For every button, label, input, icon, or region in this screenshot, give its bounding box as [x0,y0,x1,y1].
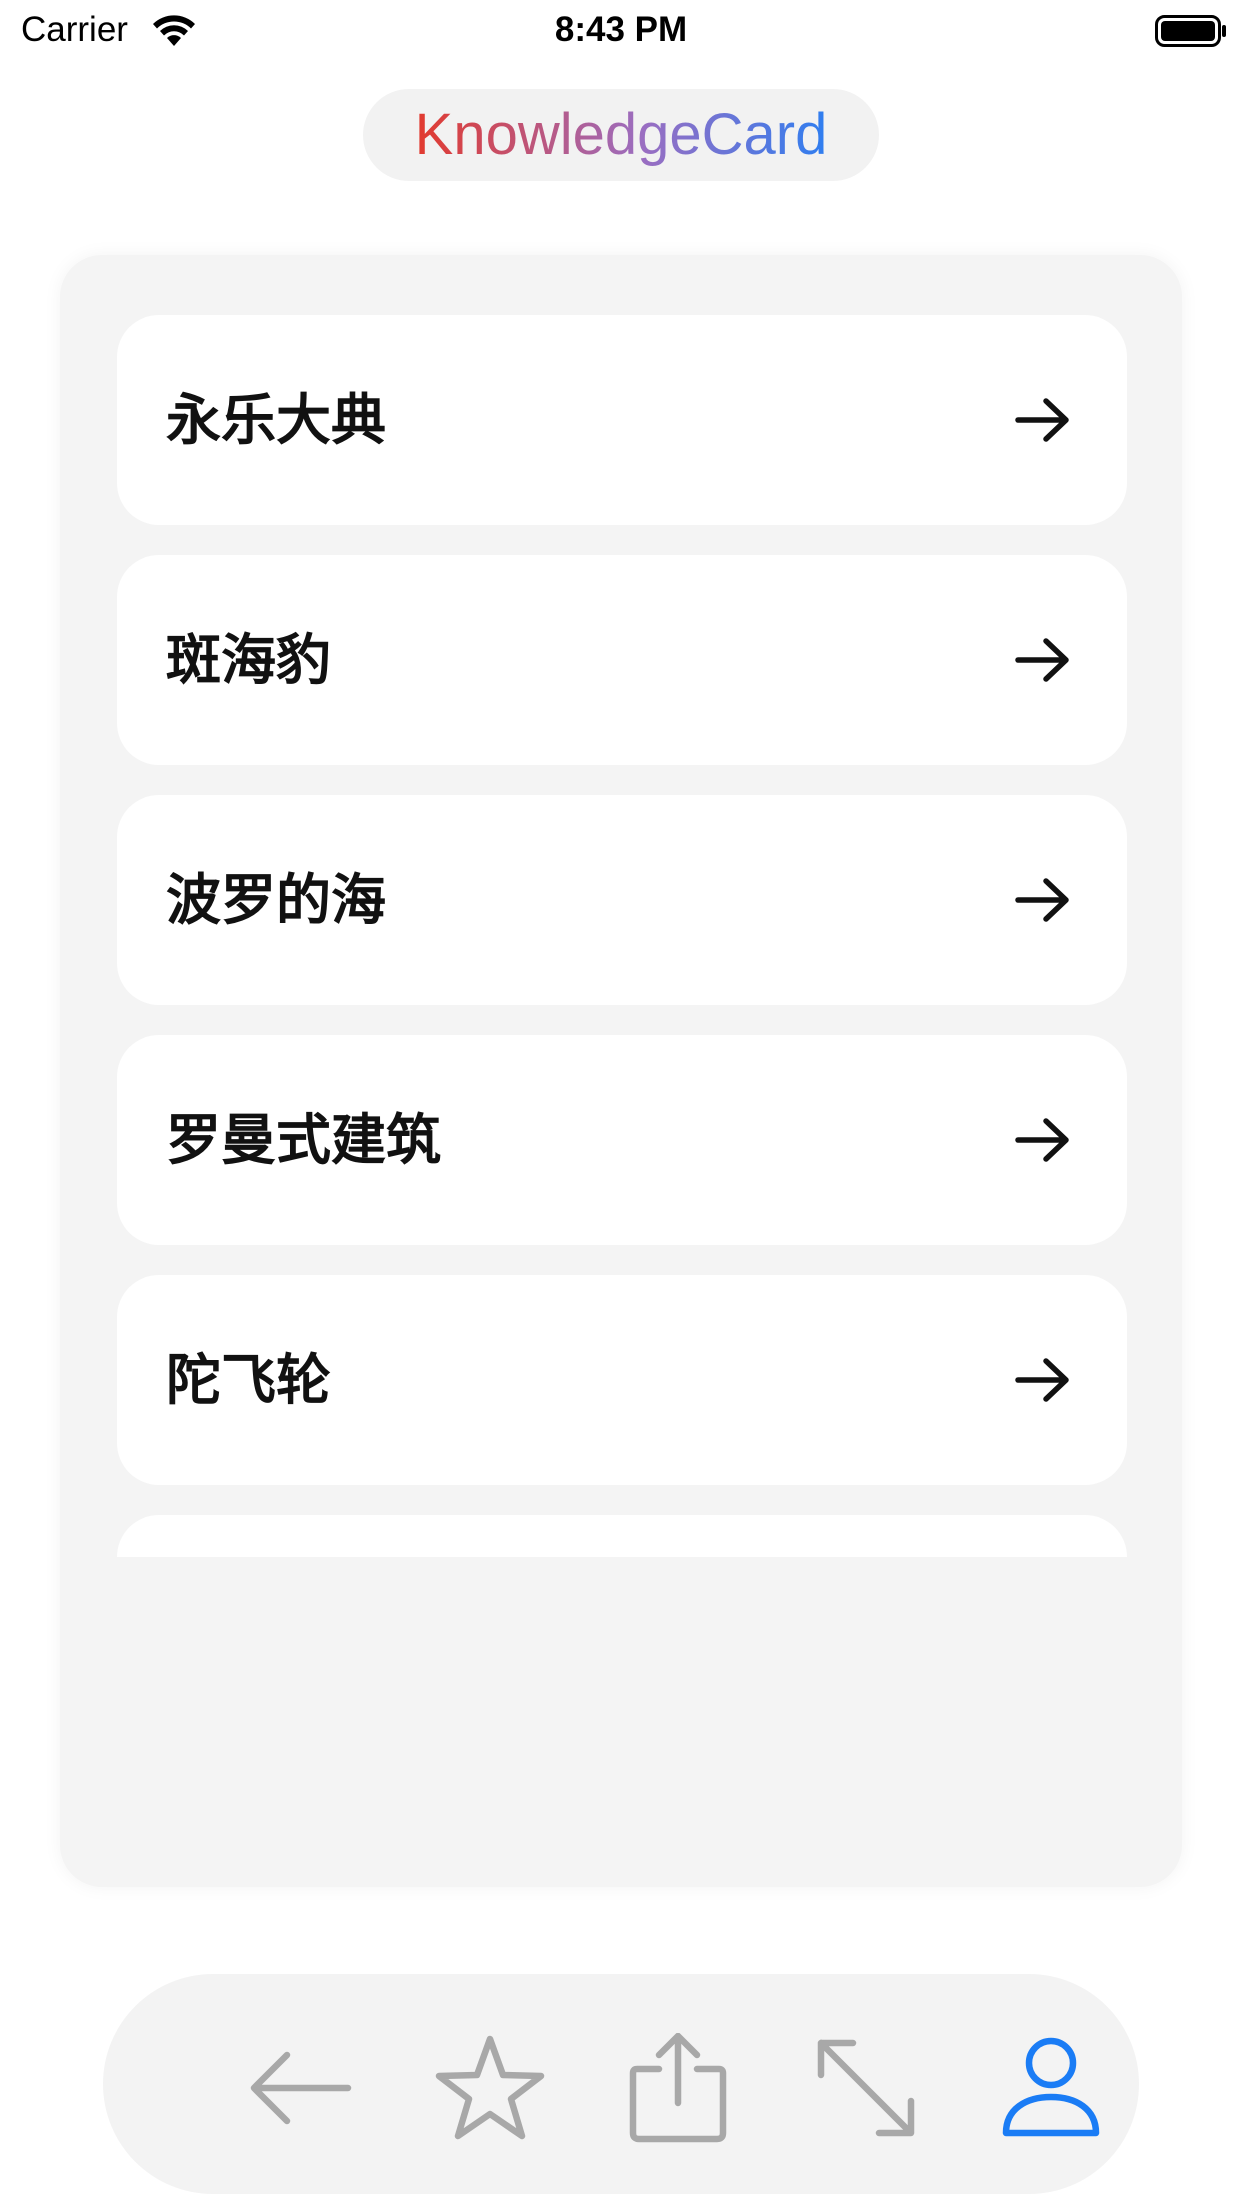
star-icon [435,2035,545,2140]
back-button[interactable] [240,2028,360,2148]
status-bar: Carrier 8:43 PM [0,0,1242,60]
expand-button[interactable] [806,2028,926,2148]
arrow-right-icon [1015,398,1069,442]
card-item-partial[interactable] [117,1755,1127,1887]
card-item[interactable]: 斑海豹 [117,555,1127,765]
arrow-right-icon [1014,1596,1072,1644]
title-pill: KnowledgeCard [363,89,879,181]
favorite-button[interactable] [430,2028,550,2148]
card-item[interactable]: 陀飞轮 [117,1275,1127,1485]
card-item[interactable]: 波罗的海 [117,795,1127,1005]
card-item[interactable]: 罗曼式建筑 [117,1035,1127,1245]
arrow-right-icon [1014,1836,1072,1884]
card-list-panel[interactable]: 永乐大典 斑海豹 波罗的海 罗曼式建筑 陀飞轮 变形记 (卡夫卡) [60,255,1182,1887]
person-icon [1002,2037,1100,2137]
share-icon [629,2033,727,2143]
card-item[interactable]: 永乐大典 [117,315,1127,525]
expand-icon [817,2039,915,2137]
card-label: 斑海豹 [166,628,332,692]
card-label: 罗曼式建筑 [166,1108,442,1172]
bottom-tab-bar [103,1974,1139,2194]
arrow-right-icon [1015,1118,1069,1162]
arrow-right-icon [1015,638,1069,682]
arrow-right-icon [1015,1358,1069,1402]
card-item[interactable]: 变形记 (卡夫卡) [117,1515,1127,1652]
share-button[interactable] [618,2028,738,2148]
page-title: KnowledgeCard [414,102,828,167]
card-label: 永乐大典 [166,388,387,452]
arrow-left-icon [250,2051,352,2125]
arrow-right-icon [1015,878,1069,922]
battery-icon [1155,15,1226,47]
card-label: 变形记 (卡夫卡) [166,1588,566,1652]
status-time: 8:43 PM [554,10,688,49]
card-label: 陀飞轮 [166,1348,332,1412]
profile-button[interactable] [991,2028,1111,2148]
card-label: 波罗的海 [166,868,387,932]
card-list[interactable]: 永乐大典 斑海豹 波罗的海 罗曼式建筑 陀飞轮 变形记 (卡夫卡) [117,315,1127,1887]
